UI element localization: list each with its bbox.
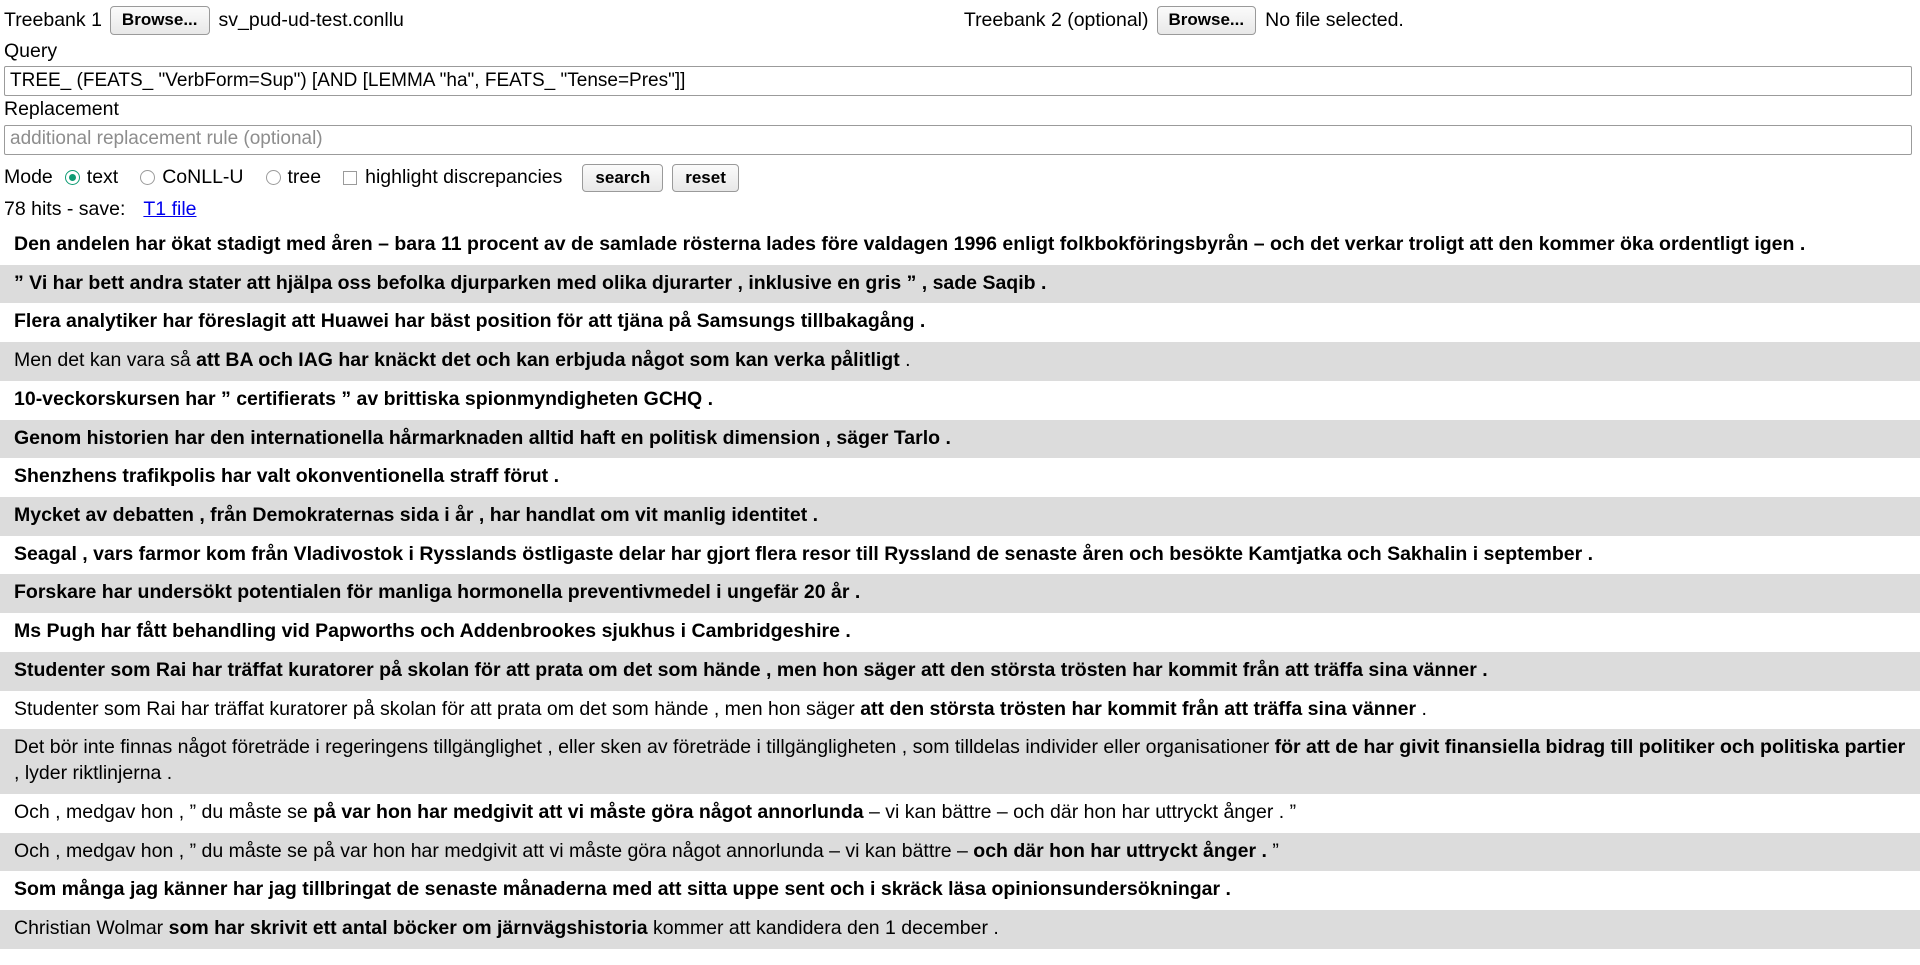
result-row[interactable]: Ms Pugh har fått behandling vid Papworth… [0,613,1920,652]
query-label: Query [4,40,58,62]
result-row[interactable]: Mycket av debatten , från Demokraternas … [0,496,1920,536]
result-row[interactable]: Christian Wolmar som har skrivit ett ant… [0,910,1920,949]
match-highlight-text: Ms Pugh har fått behandling vid Papworth… [14,620,851,643]
save-t1-file-link[interactable]: T1 file [143,198,196,221]
search-button[interactable]: search [582,163,664,193]
mode-label: Mode [4,166,53,189]
result-row[interactable]: Shenzhens trafikpolis har valt okonventi… [0,458,1920,497]
treebank-1-browse-button[interactable]: Browse... [109,6,210,35]
result-row[interactable]: Forskare har undersökt potentialen för m… [0,574,1920,614]
context-text: , lyder riktlinjerna . [14,762,173,785]
replacement-input[interactable] [4,124,1912,155]
radio-text-icon[interactable] [64,170,80,186]
reset-button[interactable]: reset [672,163,739,193]
radio-tree-icon[interactable] [265,170,281,186]
match-highlight-text: Forskare har undersökt potentialen för m… [14,581,861,604]
mode-row: Mode text CoNLL-U tree highlight discrep… [0,155,1920,195]
match-highlight-text: Flera analytiker har föreslagit att Huaw… [14,310,926,333]
result-row[interactable]: Studenter som Rai har träffat kuratorer … [0,651,1920,691]
context-text: kommer att kandidera den 1 december . [647,917,999,940]
status-row: 78 hits - save: T1 file [0,195,1920,226]
match-highlight-text: för att de har givit finansiella bidrag … [1274,736,1906,759]
result-row[interactable]: Det bör inte finnas något företräde i re… [0,729,1920,794]
context-text: ” [1266,839,1279,862]
treebank-2-browse-button[interactable]: Browse... [1156,6,1257,35]
context-text: Christian Wolmar [14,917,169,940]
results-list: Den andelen har ökat stadigt med åren – … [0,225,1920,949]
match-highlight-text: Som många jag känner har jag tillbringat… [14,878,1231,901]
match-highlight-text: och där hon har uttryckt ånger . [973,839,1267,862]
result-row[interactable]: Flera analytiker har föreslagit att Huaw… [0,303,1920,343]
mode-option-tree[interactable]: tree [265,166,322,189]
context-text: Men det kan vara så [14,349,197,372]
result-row[interactable]: Som många jag känner har jag tillbringat… [0,871,1920,911]
match-highlight-text: Den andelen har ökat stadigt med åren – … [14,232,1806,255]
context-text: Och , medgav hon , ” du måste se på var … [14,839,974,862]
mode-option-conllu-label: CoNLL-U [162,166,244,189]
result-row[interactable]: Men det kan vara så att BA och IAG har k… [0,342,1920,381]
highlight-discrepancies-group[interactable]: highlight discrepancies [343,166,562,189]
match-highlight-text: att den största trösten har kommit från … [860,697,1417,720]
result-row[interactable]: ” Vi har bett andra stater att hjälpa os… [0,264,1920,304]
highlight-discrepancies-label: highlight discrepancies [365,166,563,189]
match-highlight-text: Seagal , vars farmor kom från Vladivosto… [14,542,1593,565]
result-row[interactable]: 10-veckorskursen har ” certifierats ” av… [0,380,1920,420]
result-row[interactable]: Seagal , vars farmor kom från Vladivosto… [0,535,1920,575]
result-row[interactable]: Och , medgav hon , ” du måste se på var … [0,832,1920,872]
match-highlight-text: Shenzhens trafikpolis har valt okonventi… [14,465,560,488]
context-text: . [1416,697,1427,720]
match-highlight-text: ” Vi har bett andra stater att hjälpa os… [14,271,1047,294]
context-text: Det bör inte finnas något företräde i re… [14,736,1275,759]
result-row[interactable]: Den andelen har ökat stadigt med åren – … [0,225,1920,265]
treebank-query-app: Treebank 1 Browse... sv_pud-ud-test.conl… [0,0,1920,965]
mode-option-text[interactable]: text [64,166,119,189]
match-highlight-text: Studenter som Rai har träffat kuratorer … [14,658,1488,681]
treebank-2-slot: Treebank 2 (optional) Browse... No file … [964,6,1404,35]
match-highlight-text: att BA och IAG har knäckt det och kan er… [196,349,900,372]
context-text: Studenter som Rai har träffat kuratorer … [14,697,861,720]
context-text: . [899,349,911,372]
treebank-1-slot: Treebank 1 Browse... sv_pud-ud-test.conl… [4,6,404,35]
context-text: Och , medgav hon , ” du måste se [14,800,314,823]
treebank-1-filename: sv_pud-ud-test.conllu [218,9,404,31]
query-input[interactable] [4,66,1912,97]
result-row[interactable]: Och , medgav hon , ” du måste se på var … [0,793,1920,833]
match-highlight-text: Mycket av debatten , från Demokraternas … [14,503,819,526]
replacement-label: Replacement [4,98,119,121]
mode-option-conllu[interactable]: CoNLL-U [140,166,244,189]
match-highlight-text: på var hon har medgivit att vi måste gör… [313,800,864,823]
hits-count-text: 78 hits - save: [4,197,126,220]
treebank-2-filename: No file selected. [1265,9,1404,31]
radio-conllu-icon[interactable] [140,170,156,186]
treebank-1-label: Treebank 1 [4,8,102,31]
context-text: – vi kan bättre – och där hon har uttryc… [863,800,1297,823]
mode-option-tree-label: tree [287,166,322,189]
treebank-2-label: Treebank 2 (optional) [963,8,1149,31]
match-highlight-text: 10-veckorskursen har ” certifierats ” av… [14,387,713,410]
match-highlight-text: Genom historien har den internationella … [14,426,951,449]
match-highlight-text: som har skrivit ett antal böcker om järn… [168,917,648,940]
checkbox-highlight-icon[interactable] [343,170,358,185]
result-row[interactable]: Genom historien har den internationella … [0,419,1920,459]
mode-option-text-label: text [86,166,119,189]
file-selection-bar: Treebank 1 Browse... sv_pud-ud-test.conl… [0,0,1920,38]
result-row[interactable]: Studenter som Rai har träffat kuratorer … [0,690,1920,730]
